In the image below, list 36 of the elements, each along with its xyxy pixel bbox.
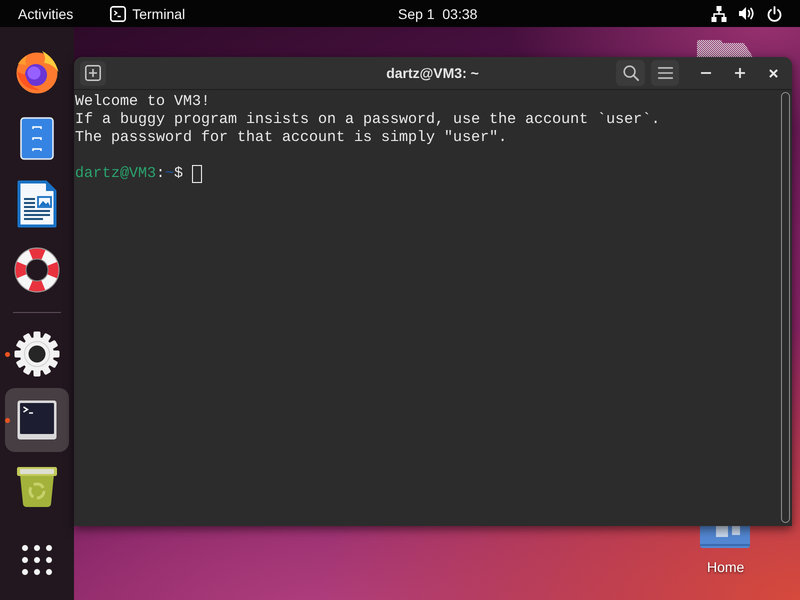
terminal-icon: [17, 400, 57, 440]
folder-icon[interactable]: [697, 40, 753, 57]
close-icon: [768, 68, 778, 78]
minimize-icon: [701, 72, 711, 74]
flame-globe-icon: [15, 50, 59, 94]
scrollbar[interactable]: [781, 92, 790, 523]
speaker-icon: [739, 6, 755, 21]
menu-button[interactable]: [651, 60, 679, 86]
window-title: dartz@VM3: ~: [386, 65, 479, 81]
dock-item[interactable]: [5, 388, 69, 452]
new-tab-icon: [85, 65, 101, 81]
gear-icon: [14, 331, 60, 377]
activities-button[interactable]: Activities: [8, 0, 84, 27]
terminal-area[interactable]: Welcome to VM3! If a buggy program insists on a password, use the account `user`. The passsword for that account is simply "user". dartz@VM3:~$: [74, 90, 792, 526]
new-tab-button[interactable]: [80, 60, 106, 86]
prompt-text: dartz@VM3:~$: [75, 165, 184, 183]
clock-button[interactable]: Sep 1 03:38: [388, 0, 488, 27]
search-button[interactable]: [616, 60, 645, 86]
cabinet-icon: [20, 116, 54, 160]
output-line: Welcome to VM3!: [75, 93, 210, 111]
lifebuoy-icon: [14, 247, 60, 293]
output-line: If a buggy program insists on a password, use the account `user`.: [75, 111, 660, 129]
terminal-icon: [110, 6, 126, 22]
output-line: The passsword for that account is simply "user".: [75, 129, 508, 147]
maximize-icon: [735, 68, 745, 78]
trash-icon: [15, 464, 59, 508]
network-icon: [711, 6, 727, 22]
document-icon: [17, 180, 57, 228]
cursor-icon: [192, 165, 202, 183]
desktop-icon-label: Home: [707, 559, 744, 575]
search-icon: [622, 65, 638, 81]
folder-icon[interactable]: [700, 526, 750, 548]
power-icon: [767, 6, 782, 22]
app-menu-button[interactable]: Terminal: [100, 0, 196, 27]
app-grid-icon: [22, 545, 52, 575]
menu-icon: [658, 67, 672, 79]
